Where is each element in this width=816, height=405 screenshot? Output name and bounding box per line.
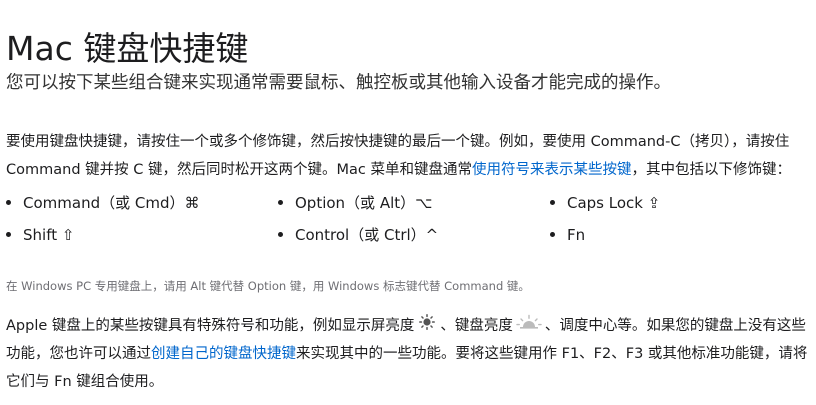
bullet: [550, 231, 555, 237]
list-item-shift: Shift ⇧: [6, 220, 74, 250]
list-item-command: Command（或 Cmd）⌘: [6, 188, 199, 218]
special-keys-paragraph: Apple 键盘上的某些按键具有特殊符号和功能，例如显示屏亮度 、键盘亮度 、调度中…: [6, 312, 812, 396]
special-keys-text-c: 、调度中心等。如果您的键盘上没有这些: [544, 318, 806, 334]
key-label: Control（或 Ctrl）^: [295, 226, 439, 244]
symbols-link[interactable]: 使用符号来表示某些按键: [472, 162, 632, 178]
bullet: [6, 199, 11, 205]
special-keys-line-2: 功能，您也许可以通过创建自己的键盘快捷键来实现其中的一些功能。要将这些键用作 F…: [6, 340, 812, 368]
windows-keyboard-note: 在 Windows PC 专用键盘上，请用 Alt 键代替 Option 键，用…: [6, 279, 530, 293]
keyboard-brightness-icon: [516, 312, 542, 340]
special-keys-line-2-start: 功能，您也许可以通过: [6, 346, 151, 362]
create-shortcuts-link[interactable]: 创建自己的键盘快捷键: [151, 346, 296, 362]
instructions-line-2: Command 键并按 C 键，然后同时松开这两个键。Mac 菜单和键盘通常使用…: [6, 156, 812, 184]
list-item-caps-lock: Caps Lock ⇪: [550, 188, 660, 218]
special-keys-line-1: Apple 键盘上的某些按键具有特殊符号和功能，例如显示屏亮度 、键盘亮度 、调度中…: [6, 312, 812, 340]
instructions-line-2-end: ，其中包括以下修饰键：: [631, 162, 791, 178]
instructions-line-2-start: Command 键并按 C 键，然后同时松开这两个键。Mac 菜单和键盘通常: [6, 162, 472, 178]
list-item-control: Control（或 Ctrl）^: [278, 220, 438, 250]
key-label: Shift ⇧: [23, 226, 75, 244]
modifier-instructions: 要使用键盘快捷键，请按住一个或多个修饰键，然后按快捷键的最后一个键。例如，要使用…: [6, 128, 812, 184]
page-title: Mac 键盘快捷键: [6, 29, 249, 69]
bullet: [6, 231, 11, 237]
key-label: Fn: [567, 226, 586, 244]
special-keys-text-a: Apple 键盘上的某些按键具有特殊符号和功能，例如显示屏亮度: [6, 318, 415, 334]
special-keys-line-3: 它们与 Fn 键组合使用。: [6, 374, 164, 390]
bullet: [278, 199, 283, 205]
key-label: Option（或 Alt）⌥: [295, 194, 433, 212]
intro-text: 您可以按下某些组合键来实现通常需要鼠标、触控板或其他输入设备才能完成的操作。: [6, 73, 671, 93]
key-label: Caps Lock ⇪: [567, 194, 661, 212]
special-keys-line-2-end: 来实现其中的一些功能。要将这些键用作 F1、F2、F3 或其他标准功能键，请将: [296, 346, 808, 362]
bullet: [278, 231, 283, 237]
instructions-line-1: 要使用键盘快捷键，请按住一个或多个修饰键，然后按快捷键的最后一个键。例如，要使用…: [6, 134, 790, 150]
list-item-fn: Fn: [550, 220, 585, 250]
display-brightness-icon: [417, 312, 437, 340]
special-keys-text-b: 、键盘亮度: [440, 318, 513, 334]
key-label: Command（或 Cmd）⌘: [23, 194, 200, 212]
list-item-option: Option（或 Alt）⌥: [278, 188, 432, 218]
bullet: [550, 199, 555, 205]
